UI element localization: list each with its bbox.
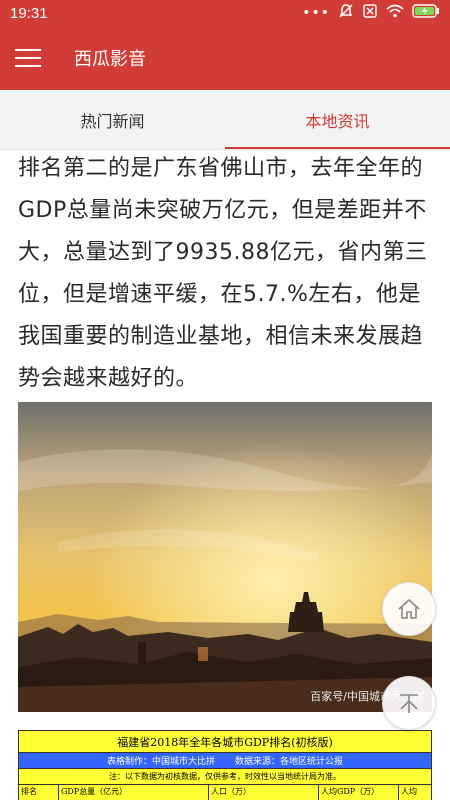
home-button[interactable] — [382, 582, 436, 636]
status-time: 19:31 — [10, 4, 48, 22]
home-icon — [398, 598, 420, 619]
tab-hot-news[interactable]: 热门新闻 — [0, 90, 225, 149]
article-photo[interactable]: 百家号/中国城市大比拼 — [18, 402, 432, 712]
scroll-down-button[interactable] — [382, 676, 436, 730]
table-header-cell: 排名 — [19, 785, 59, 800]
app-bar: 西瓜影音 — [0, 26, 450, 90]
tab-label: 本地资讯 — [305, 111, 370, 131]
article-paragraph: 排名第二的是广东省佛山市，去年全年的GDP总量尚未突破万亿元，但是差距并不大，总… — [18, 156, 428, 391]
tab-local-news[interactable]: 本地资讯 — [225, 90, 450, 149]
table-header-cell: 人口（万） — [209, 785, 319, 800]
dots-icon: ••• — [302, 5, 330, 21]
sim-off-icon — [362, 3, 378, 23]
tab-label: 热门新闻 — [80, 111, 145, 131]
table-maker: 表格制作：中国城市大比拼 — [106, 757, 215, 767]
table-title: 福建省2018年全年各城市GDP排名(初核版) — [19, 731, 431, 753]
gdp-table-image[interactable]: 福建省2018年全年各城市GDP排名(初核版) 表格制作：中国城市大比拼 数据来… — [18, 730, 432, 800]
status-bar: 19:31 ••• — [0, 0, 450, 26]
app-title: 西瓜影音 — [74, 49, 146, 70]
hamburger-menu-icon — [15, 49, 41, 67]
table-note: 注：以下数据为初核数据，仅供参考，时效性以当地统计局为准。 — [19, 769, 431, 785]
table-header-row: 排名 GDP总量（亿元） 人口（万） 人均GDP（万） 人均 — [19, 785, 431, 800]
wifi-icon — [386, 4, 404, 22]
table-credits: 表格制作：中国城市大比拼 数据来源：各地区统计公报 — [19, 753, 431, 769]
mute-icon — [338, 3, 354, 23]
status-icons: ••• — [302, 3, 440, 23]
arrow-down-icon — [400, 694, 418, 713]
table-source: 数据来源：各地区统计公报 — [235, 757, 344, 767]
table-header-cell: GDP总量（亿元） — [59, 785, 209, 800]
tab-bar: 热门新闻 本地资讯 — [0, 90, 450, 150]
battery-charging-icon — [412, 4, 440, 22]
menu-button[interactable] — [0, 26, 56, 90]
table-header-cell: 人均GDP（万） — [319, 785, 399, 800]
table-header-cell: 人均 — [401, 787, 417, 796]
